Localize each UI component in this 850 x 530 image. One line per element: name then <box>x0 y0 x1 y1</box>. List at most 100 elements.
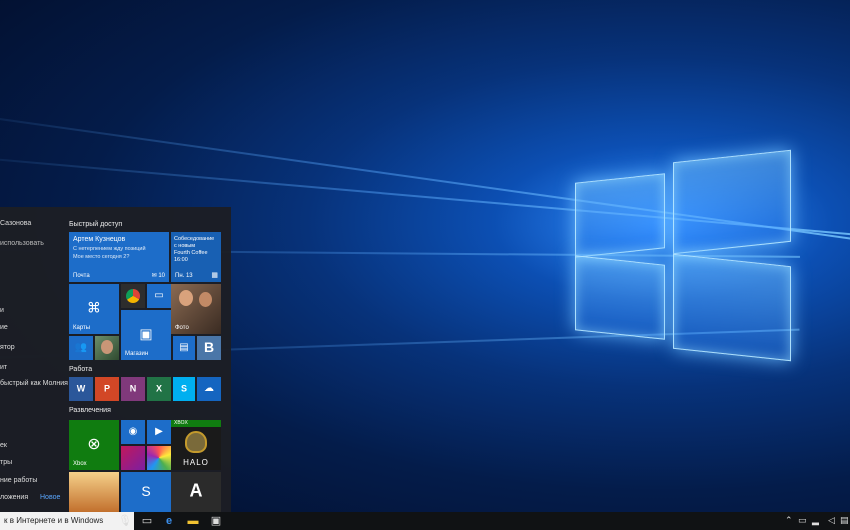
app-list-item[interactable]: ек <box>0 442 7 449</box>
calendar-event: Собеседование с новым Fourth Coffee 16:0… <box>174 236 214 264</box>
halo-title: HALO <box>183 458 209 467</box>
mail-sender: Артем Кузнецов <box>73 236 126 243</box>
game-tile[interactable] <box>121 446 145 470</box>
calculator-icon: ▤ <box>179 341 189 353</box>
contact-photo-tile[interactable] <box>95 336 119 360</box>
photos-label: Фото <box>175 325 189 331</box>
skype-icon: S <box>180 383 188 394</box>
network-icon[interactable]: ▂ <box>812 515 819 526</box>
section-quick-access: Быстрый доступ <box>69 221 123 228</box>
onedrive-icon: ☁ <box>204 382 214 394</box>
word-tile[interactable]: W <box>69 377 93 401</box>
photos-tile[interactable]: Фото <box>171 284 221 334</box>
calculator-tile[interactable]: ▤ <box>173 336 195 360</box>
shazam-icon: S <box>141 483 151 500</box>
groove-icon: ◉ <box>128 425 138 437</box>
chevron-up-icon[interactable]: ⌃ <box>785 515 793 526</box>
store-tile[interactable]: ▣ Магазин <box>121 310 171 360</box>
user-name[interactable]: Сазонова <box>0 220 31 227</box>
battery-icon[interactable]: ▭ <box>798 515 807 526</box>
xbox-badge: XBOX <box>171 420 221 427</box>
explorer-icon[interactable]: ▬ <box>186 514 200 528</box>
excel-icon: X <box>155 383 163 394</box>
maps-icon: ⌘ <box>87 299 101 316</box>
onenote-icon: N <box>129 383 137 394</box>
section-work: Работа <box>69 366 93 373</box>
section-entertainment: Развлечения <box>69 407 111 414</box>
asphalt-tile[interactable]: A <box>171 472 221 512</box>
chrome-icon <box>126 289 140 303</box>
logo-pane <box>575 173 665 258</box>
taskbar: к в Интернете и в Windows 🎙 ▭ e ▬ ▣ ⌃ ▭ … <box>0 512 850 530</box>
logo-pane <box>673 149 791 255</box>
app-list: Сазонова использовать и ие ятор ит быстр… <box>0 207 68 512</box>
movies-tile[interactable]: ▶ <box>147 420 171 444</box>
asphalt-icon: A <box>189 480 203 501</box>
search-box[interactable]: к в Интернете и в Windows <box>0 512 134 530</box>
excel-tile[interactable]: X <box>147 377 171 401</box>
mail-count-value: 10 <box>158 273 165 279</box>
messaging-tile[interactable]: ▭ <box>147 284 171 308</box>
mail-label: Почта <box>73 273 90 279</box>
xbox-label: Xbox <box>73 461 87 467</box>
people-tile[interactable]: 👥 <box>69 336 93 360</box>
notification-icon[interactable]: ▤ <box>840 515 849 526</box>
volume-icon[interactable]: ◁ <box>828 515 835 526</box>
app-list-item[interactable]: быстрый как Молния <box>0 380 68 387</box>
shadow-fight-tile[interactable] <box>69 472 119 512</box>
new-badge: Новое <box>40 494 61 501</box>
mail-count: ✉ 10 <box>151 273 165 279</box>
powerpoint-tile[interactable]: P <box>95 377 119 401</box>
logo-pane <box>575 255 665 340</box>
photo-face <box>199 292 212 307</box>
chat-icon: ▭ <box>154 289 164 301</box>
calendar-tile[interactable]: Собеседование с новым Fourth Coffee 16:0… <box>171 232 221 282</box>
chrome-tile[interactable] <box>121 284 145 308</box>
halo-helmet <box>185 431 207 453</box>
mail-preview: С нетерпением жду позиций <box>73 246 146 252</box>
app-list-item[interactable]: ит <box>0 364 7 371</box>
shazam-tile[interactable]: S <box>121 472 171 512</box>
xbox-tile[interactable]: ⊗ Xbox <box>69 420 119 470</box>
onedrive-tile[interactable]: ☁ <box>197 377 221 401</box>
mic-icon[interactable]: 🎙 <box>118 514 132 528</box>
photo-face <box>179 290 193 306</box>
people-icon: 👥 <box>74 341 88 353</box>
calendar-line: с новым <box>174 243 196 249</box>
contact-face <box>101 340 113 354</box>
maps-tile[interactable]: ⌘ Карты <box>69 284 119 334</box>
start-menu: Сазонова использовать и ие ятор ит быстр… <box>0 207 231 512</box>
halo-tile[interactable]: XBOX HALO <box>171 420 221 470</box>
logo-pane <box>673 253 791 362</box>
app-list-item[interactable]: ложения <box>0 494 28 501</box>
calendar-line: Собеседование <box>174 236 215 242</box>
vk-icon: B <box>203 339 215 356</box>
store-label: Магазин <box>125 351 149 357</box>
store-icon: ▣ <box>139 325 153 342</box>
app-list-item[interactable]: ятор <box>0 344 15 351</box>
most-used-header: использовать <box>0 240 44 247</box>
store-taskbar-icon[interactable]: ▣ <box>209 514 223 528</box>
xbox-icon: ⊗ <box>87 436 101 453</box>
windows-logo <box>575 148 795 363</box>
word-icon: W <box>76 383 86 394</box>
app-list-item[interactable]: и <box>0 307 4 314</box>
calendar-icon: ▦ <box>211 272 218 279</box>
movies-icon: ▶ <box>155 425 163 437</box>
mail-tile[interactable]: Артем Кузнецов С нетерпением жду позиций… <box>69 232 169 282</box>
paint-tile[interactable] <box>147 446 171 470</box>
onenote-tile[interactable]: N <box>121 377 145 401</box>
groove-tile[interactable]: ◉ <box>121 420 145 444</box>
app-list-item[interactable]: тры <box>0 459 12 466</box>
app-list-item[interactable]: ие <box>0 324 8 331</box>
skype-tile[interactable]: S <box>173 377 195 401</box>
calendar-line: Fourth Coffee <box>174 250 208 256</box>
app-list-item[interactable]: ние работы <box>0 477 37 484</box>
mail-preview: Мое место сегодня 2? <box>73 254 130 260</box>
vk-tile[interactable]: B <box>197 336 221 360</box>
task-view-icon[interactable]: ▭ <box>140 514 154 528</box>
calendar-line: 16:00 <box>174 257 188 263</box>
maps-label: Карты <box>73 325 91 331</box>
calendar-label: Пн. 13 <box>175 273 193 279</box>
edge-icon[interactable]: e <box>162 514 176 528</box>
